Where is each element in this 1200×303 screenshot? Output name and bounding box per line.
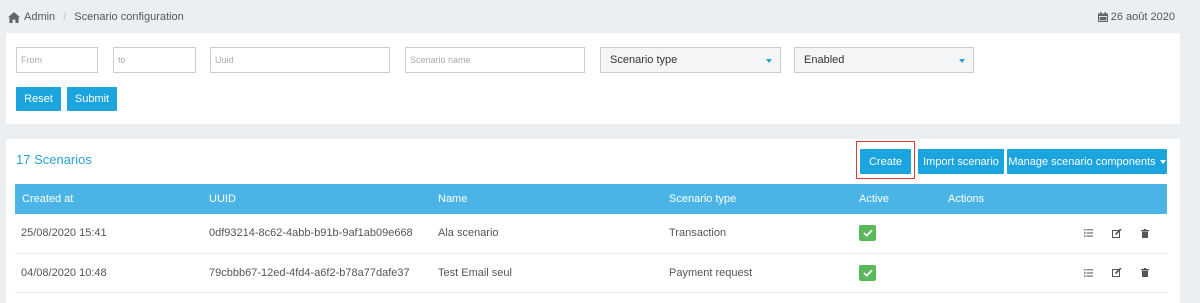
cell-uuid: 79cbbb67-12ed-4fd4-a6f2-b78a77dafe37	[209, 266, 410, 279]
manage-scenario-components-dropdown[interactable]: Manage scenario components	[1007, 149, 1167, 174]
trash-icon[interactable]	[1141, 228, 1149, 238]
import-scenario-button[interactable]: Import scenario	[918, 149, 1004, 174]
create-button-highlight	[856, 141, 915, 179]
table-header-row: Created at UUID Name Scenario type Activ…	[15, 184, 1167, 214]
cell-uuid: 0df93214-8c62-4abb-b91b-9af1ab09e668	[209, 227, 413, 240]
scenarios-table: Created at UUID Name Scenario type Activ…	[15, 184, 1167, 293]
scenario-type-select[interactable]: Scenario type	[600, 47, 781, 73]
enabled-value: Enabled	[804, 54, 845, 66]
column-header-actions: Actions	[948, 193, 985, 205]
from-date-input[interactable]	[16, 47, 98, 73]
current-date: 26 août 2020	[1110, 11, 1175, 23]
breadcrumb-separator: /	[63, 11, 67, 23]
trash-icon[interactable]	[1141, 268, 1149, 277]
edit-icon[interactable]	[1112, 228, 1122, 238]
breadcrumb-home-link[interactable]: Admin	[24, 11, 55, 23]
table-row: 25/08/2020 15:41 0df93214-8c62-4abb-b91b…	[15, 214, 1167, 253]
to-date-input[interactable]	[113, 47, 196, 73]
scenarios-count-title: 17 Scenarios	[16, 152, 92, 167]
cell-active	[859, 214, 948, 253]
scenarios-panel: 17 Scenarios Create Import scenario Mana…	[6, 139, 1180, 303]
column-header-name[interactable]: Name	[438, 184, 669, 214]
breadcrumb: Admin / Scenario configuration	[8, 9, 184, 25]
cell-name: Test Email seul	[438, 266, 512, 279]
chevron-down-icon	[959, 59, 965, 63]
active-check-badge	[859, 225, 876, 242]
date-display: 26 août 2020	[1097, 9, 1175, 25]
list-icon[interactable]	[1084, 229, 1093, 238]
enabled-select[interactable]: Enabled	[794, 47, 974, 73]
edit-icon[interactable]	[1112, 268, 1122, 277]
cell-created-at: 25/08/2020 15:41	[21, 227, 107, 240]
cell-scenario-type: Payment request	[669, 266, 753, 279]
submit-button[interactable]: Submit	[67, 87, 117, 111]
check-icon	[862, 229, 873, 238]
filters-panel: Scenario type Enabled Reset Submit	[6, 33, 1180, 124]
breadcrumb-current: Scenario configuration	[74, 11, 184, 23]
cell-actions	[948, 253, 1167, 292]
column-header-active[interactable]: Active	[859, 184, 948, 214]
scenario-name-input[interactable]	[405, 47, 585, 73]
cell-active	[859, 253, 948, 292]
cell-name: Ala scenario	[438, 227, 499, 240]
reset-button[interactable]: Reset	[16, 87, 61, 111]
active-check-badge	[859, 264, 876, 281]
uuid-input[interactable]	[210, 47, 390, 73]
column-header-uuid[interactable]: UUID	[209, 184, 438, 214]
column-header-created-at[interactable]: Created at	[15, 184, 209, 214]
scenario-type-value: Scenario type	[610, 54, 678, 66]
chevron-down-icon	[1159, 159, 1166, 164]
check-icon	[862, 269, 873, 277]
cell-created-at: 04/08/2020 10:48	[21, 266, 107, 279]
table-row: 04/08/2020 10:48 79cbbb67-12ed-4fd4-a6f2…	[15, 253, 1167, 292]
home-icon	[8, 11, 20, 23]
column-header-scenario-type[interactable]: Scenario type	[669, 184, 859, 214]
list-icon[interactable]	[1084, 268, 1093, 277]
cell-scenario-type: Transaction	[669, 227, 727, 240]
calendar-icon	[1097, 12, 1108, 22]
chevron-down-icon	[766, 59, 772, 63]
cell-actions	[948, 214, 1167, 253]
manage-scenario-components-label: Manage scenario components	[1008, 155, 1156, 168]
